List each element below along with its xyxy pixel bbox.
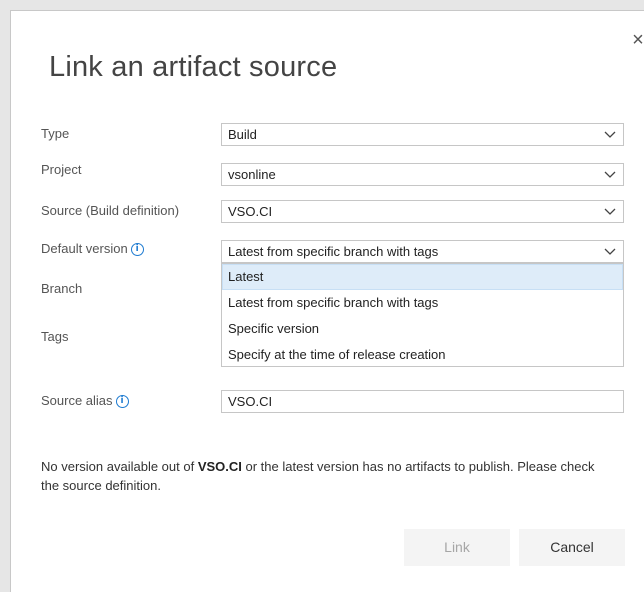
project-select-value: vsonline bbox=[228, 167, 276, 182]
project-label: Project bbox=[41, 162, 82, 177]
tags-label: Tags bbox=[41, 329, 69, 344]
dropdown-option-latest[interactable]: Latest bbox=[222, 264, 623, 290]
source-label: Source (Build definition) bbox=[41, 203, 180, 218]
default-version-dropdown: Latest Latest from specific branch with … bbox=[221, 263, 624, 367]
warning-message: No version available out of VSO.CI or th… bbox=[41, 457, 601, 495]
chevron-down-icon bbox=[604, 248, 616, 255]
default-version-label: Default version i bbox=[41, 241, 144, 257]
cancel-button[interactable]: Cancel bbox=[519, 529, 625, 566]
default-version-label-text: Default version bbox=[41, 241, 128, 256]
source-select-value: VSO.CI bbox=[228, 204, 273, 219]
type-select[interactable]: Build bbox=[221, 123, 624, 146]
default-version-select-value: Latest from specific branch with tags bbox=[228, 244, 439, 259]
source-alias-input[interactable]: VSO.CI bbox=[221, 390, 624, 413]
chevron-down-icon bbox=[604, 131, 616, 138]
info-icon[interactable]: i bbox=[115, 395, 129, 409]
message-text-start: No version available out of bbox=[41, 459, 198, 474]
link-button[interactable]: Link bbox=[404, 529, 510, 566]
dropdown-option-latest-branch-tags[interactable]: Latest from specific branch with tags bbox=[222, 290, 623, 316]
info-icon[interactable]: i bbox=[130, 243, 144, 257]
chevron-down-icon bbox=[604, 208, 616, 215]
dropdown-option-release-creation[interactable]: Specify at the time of release creation bbox=[222, 342, 623, 368]
source-alias-label: Source alias i bbox=[41, 393, 129, 409]
project-select[interactable]: vsonline bbox=[221, 163, 624, 186]
source-alias-input-value: VSO.CI bbox=[228, 394, 273, 409]
dialog-title: Link an artifact source bbox=[49, 51, 338, 83]
default-version-select[interactable]: Latest from specific branch with tags bbox=[221, 240, 624, 263]
chevron-down-icon bbox=[604, 171, 616, 178]
type-select-value: Build bbox=[228, 127, 257, 142]
close-icon[interactable]: × bbox=[629, 30, 644, 50]
message-source-name: VSO.CI bbox=[197, 459, 242, 474]
branch-label: Branch bbox=[41, 281, 83, 296]
type-label: Type bbox=[41, 126, 70, 141]
source-select[interactable]: VSO.CI bbox=[221, 200, 624, 223]
dropdown-option-specific-version[interactable]: Specific version bbox=[222, 316, 623, 342]
source-alias-label-text: Source alias bbox=[41, 393, 113, 408]
